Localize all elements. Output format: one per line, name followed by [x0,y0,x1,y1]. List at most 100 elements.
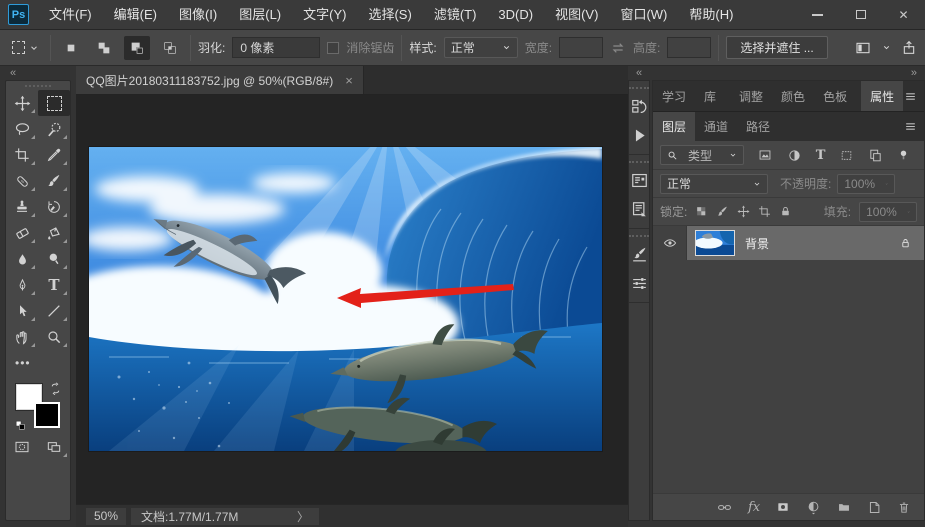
screen-mode-button[interactable] [38,434,70,460]
history-brush-tool[interactable] [38,194,70,220]
width-input[interactable] [559,37,604,58]
dodge-tool[interactable] [38,246,70,272]
background-color-swatch[interactable] [34,402,60,428]
new-group-icon[interactable] [836,500,852,514]
quick-mask-button[interactable] [6,434,38,460]
lock-pixels-icon[interactable] [716,205,729,218]
select-and-mask-button[interactable]: 选择并遮住 ... [726,36,828,59]
layer-filter-select[interactable]: 类型 [660,145,744,165]
status-chevron-icon[interactable]: 〉 [297,508,309,525]
subtract-from-selection-button[interactable] [124,35,150,60]
crop-tool[interactable] [6,142,38,168]
menu-help[interactable]: 帮助(H) [678,0,744,29]
feather-input[interactable]: 0 像素 [232,37,321,58]
new-selection-button[interactable] [58,36,84,60]
move-tool[interactable] [6,90,38,116]
panel-menu-icon[interactable] [903,90,918,103]
intersect-selection-button[interactable] [157,36,183,60]
line-tool[interactable] [38,298,70,324]
panel-menu-icon[interactable] [903,120,918,133]
tab-paths[interactable]: 路径 [737,112,779,141]
filter-pixel-layers-icon[interactable] [757,148,773,162]
layer-visibility-toggle[interactable] [653,226,687,260]
filter-type-layers-icon[interactable]: T [816,148,826,163]
tab-swatches[interactable]: 色板 [814,81,856,111]
menu-3d[interactable]: 3D(D) [487,0,544,29]
menu-edit[interactable]: 编辑(E) [103,0,168,29]
chevron-down-icon[interactable] [882,43,891,52]
actions-panel-icon[interactable] [629,121,649,150]
tab-layers[interactable]: 图层 [653,112,696,141]
lasso-tool[interactable] [6,116,38,142]
brushes-panel-icon[interactable] [629,269,649,298]
menu-view[interactable]: 视图(V) [544,0,609,29]
brush-settings-panel-icon[interactable] [629,240,649,269]
height-input[interactable] [667,37,712,58]
tool-preset-picker[interactable] [8,36,43,60]
tools-collapse[interactable]: « [0,66,76,80]
new-layer-icon[interactable] [867,500,882,515]
layer-style-icon[interactable]: fx [748,500,760,515]
brush-tool[interactable] [38,168,70,194]
tab-close-icon[interactable]: × [345,73,353,88]
rectangular-marquee-tool[interactable] [38,90,70,116]
add-layer-mask-icon[interactable] [775,500,791,514]
swap-width-height-icon[interactable] [610,40,626,56]
pen-tool[interactable] [6,272,38,298]
blur-tool[interactable] [6,246,38,272]
edit-toolbar-button[interactable]: ••• [6,350,70,376]
menu-file[interactable]: 文件(F) [38,0,103,29]
layer-row-background[interactable]: 背景 [653,226,925,260]
spot-healing-brush-tool[interactable] [6,168,38,194]
tab-adjustments[interactable]: 调整 [730,81,772,111]
blend-mode-select[interactable]: 正常 [660,173,768,194]
history-panel-icon[interactable] [629,92,649,121]
eyedropper-tool[interactable] [38,142,70,168]
gradient-tool[interactable] [38,220,70,246]
type-tool[interactable]: T [38,272,70,298]
lock-transparency-icon[interactable] [695,205,708,218]
antialias-checkbox[interactable] [327,41,340,54]
eraser-tool[interactable] [6,220,38,246]
path-selection-tool[interactable] [6,298,38,324]
dock-collapse-right[interactable]: » [911,67,917,79]
menu-window[interactable]: 窗口(W) [609,0,678,29]
fill-select[interactable]: 100% [859,201,918,222]
menu-select[interactable]: 选择(S) [357,0,422,29]
lock-artboard-icon[interactable] [758,205,771,218]
style-select[interactable]: 正常 [443,37,518,58]
tab-color[interactable]: 颜色 [772,81,814,111]
opacity-select[interactable]: 100% [837,173,896,194]
character-panel-icon[interactable] [629,166,649,195]
lock-position-icon[interactable] [737,205,750,218]
default-colors-icon[interactable] [14,419,27,432]
delete-layer-icon[interactable] [897,500,911,515]
tab-channels[interactable]: 通道 [695,112,737,141]
filter-adjustment-layers-icon[interactable] [787,148,802,163]
tab-libraries[interactable]: 库 [695,81,725,111]
dock-collapse-left[interactable]: « [636,67,642,79]
menu-type[interactable]: 文字(Y) [292,0,357,29]
share-icon[interactable] [901,40,917,56]
filter-smart-objects-icon[interactable] [868,148,883,163]
link-layers-icon[interactable] [716,500,733,515]
layer-thumbnail[interactable] [695,230,735,256]
workspace-icon[interactable] [854,40,872,56]
lock-all-icon[interactable] [779,205,792,218]
hand-tool[interactable] [6,324,38,350]
filter-shape-layers-icon[interactable] [839,149,854,162]
adjustment-layer-icon[interactable] [806,500,821,515]
canvas[interactable] [76,95,628,504]
document-sizes-field[interactable]: 文档:1.77M/1.77M 〉 [131,507,320,525]
clone-stamp-tool[interactable] [6,194,38,220]
swap-colors-icon[interactable] [49,382,62,395]
close-button[interactable]: ✕ [882,0,925,29]
menu-layer[interactable]: 图层(L) [228,0,292,29]
quick-selection-tool[interactable] [38,116,70,142]
minimize-button[interactable] [796,0,839,29]
document-tab[interactable]: QQ图片20180311183752.jpg @ 50%(RGB/8#) × [76,66,364,94]
zoom-level-field[interactable]: 50% [86,507,127,525]
paragraph-panel-icon[interactable] [629,195,649,224]
tab-learn[interactable]: 学习 [653,81,695,111]
menu-filter[interactable]: 滤镜(T) [423,0,488,29]
